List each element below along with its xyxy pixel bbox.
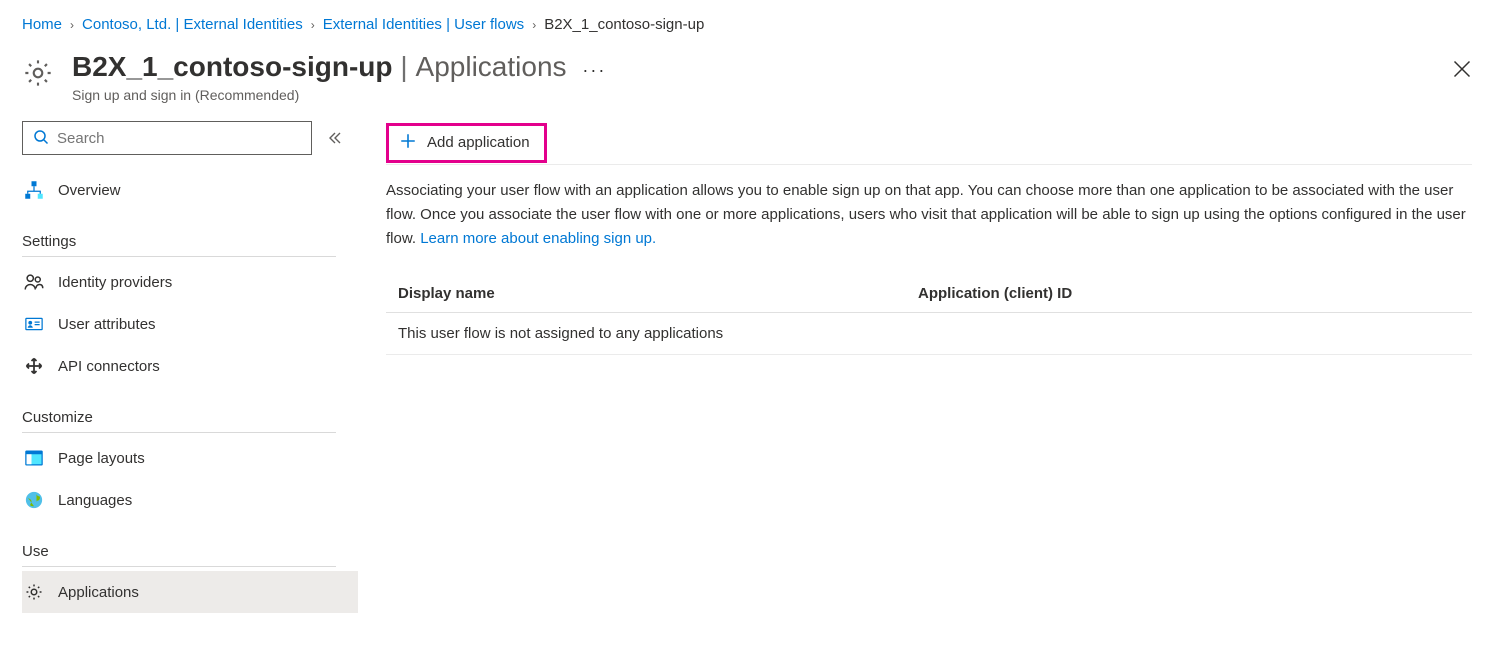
more-button[interactable]: ··· [582, 60, 606, 80]
breadcrumb: Home › Contoso, Ltd. | External Identiti… [0, 0, 1494, 43]
sitemap-icon [24, 180, 44, 200]
sidebar-item-label: Page layouts [58, 450, 145, 467]
sidebar-item-overview[interactable]: Overview [22, 169, 358, 211]
add-application-label: Add application [427, 134, 530, 151]
plus-icon [399, 132, 417, 154]
learn-more-link[interactable]: Learn more about enabling sign up. [420, 230, 656, 247]
page-section: Applications [416, 51, 567, 82]
collapse-sidebar-button[interactable] [326, 130, 342, 146]
main-content: Add application Associating your user fl… [358, 121, 1494, 355]
sidebar-item-api-connectors[interactable]: API connectors [22, 345, 358, 387]
command-bar: Add application [386, 121, 1472, 165]
sidebar-item-label: Identity providers [58, 274, 172, 291]
gear-icon [24, 582, 44, 602]
sidebar-item-languages[interactable]: Languages [22, 479, 358, 521]
column-client-id[interactable]: Application (client) ID [918, 285, 1072, 302]
globe-icon [24, 490, 44, 510]
sidebar-item-identity-providers[interactable]: Identity providers [22, 261, 358, 303]
add-application-button[interactable]: Add application [386, 123, 547, 163]
breadcrumb-userflows[interactable]: External Identities | User flows [323, 16, 524, 33]
breadcrumb-tenant[interactable]: Contoso, Ltd. | External Identities [82, 16, 303, 33]
sidebar-item-page-layouts[interactable]: Page layouts [22, 437, 358, 479]
table-empty-row: This user flow is not assigned to any ap… [386, 313, 1472, 355]
page-subtitle: Sign up and sign in (Recommended) [72, 87, 1452, 103]
sidebar-item-label: Applications [58, 584, 139, 601]
move-icon [24, 356, 44, 376]
sidebar-section-customize: Customize [22, 409, 336, 433]
page-title: B2X_1_contoso-sign-up [72, 51, 392, 82]
column-display-name[interactable]: Display name [398, 285, 918, 302]
sidebar-item-label: Overview [58, 182, 121, 199]
sidebar-item-label: Languages [58, 492, 132, 509]
sidebar-item-user-attributes[interactable]: User attributes [22, 303, 358, 345]
sidebar: Overview Settings Identity providers Use… [0, 121, 358, 613]
search-input[interactable] [57, 130, 301, 147]
people-icon [24, 272, 44, 292]
sidebar-item-label: API connectors [58, 358, 160, 375]
sidebar-section-settings: Settings [22, 233, 336, 257]
layout-icon [24, 448, 44, 468]
sidebar-item-label: User attributes [58, 316, 156, 333]
sidebar-section-use: Use [22, 543, 336, 567]
breadcrumb-home[interactable]: Home [22, 16, 62, 33]
gear-icon [22, 57, 54, 89]
title-separator: | [400, 51, 407, 82]
close-button[interactable] [1452, 59, 1472, 79]
table-empty-message: This user flow is not assigned to any ap… [398, 325, 723, 342]
page-header: B2X_1_contoso-sign-up | Applications ···… [0, 43, 1494, 121]
sidebar-search[interactable] [22, 121, 312, 155]
id-card-icon [24, 314, 44, 334]
table-header: Display name Application (client) ID [386, 275, 1472, 313]
chevron-right-icon: › [311, 18, 315, 32]
search-icon [33, 129, 57, 148]
breadcrumb-current: B2X_1_contoso-sign-up [544, 16, 704, 33]
description-text: Associating your user flow with an appli… [386, 179, 1472, 251]
chevron-right-icon: › [532, 18, 536, 32]
sidebar-item-applications[interactable]: Applications [22, 571, 358, 613]
chevron-right-icon: › [70, 18, 74, 32]
